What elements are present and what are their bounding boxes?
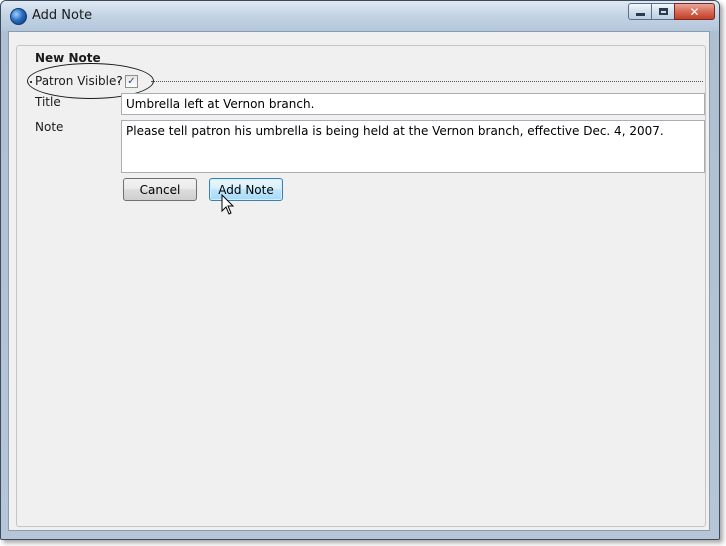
app-globe-icon: [10, 8, 27, 25]
dialog-client-area: New Note Patron Visible? ✓ Title Note Ca…: [8, 31, 710, 531]
minimize-icon: [635, 13, 645, 16]
maximize-button[interactable]: [651, 3, 675, 20]
note-label: Note: [35, 120, 64, 134]
minimize-button[interactable]: [628, 3, 652, 20]
note-textarea[interactable]: [121, 120, 705, 173]
patron-visible-label[interactable]: Patron Visible?: [35, 74, 123, 88]
title-bar[interactable]: Add Note ✕: [1, 1, 719, 31]
title-label: Title: [35, 95, 61, 109]
patron-visible-checkbox[interactable]: ✓: [125, 75, 138, 88]
separator-line: [151, 81, 703, 82]
focus-dot-left: [30, 81, 32, 83]
cancel-button-label: Cancel: [139, 182, 181, 197]
close-icon: ✕: [689, 4, 700, 19]
window-title: Add Note: [32, 8, 93, 23]
window-controls: ✕: [628, 3, 715, 20]
checkmark-icon: ✓: [127, 75, 136, 87]
title-input[interactable]: [121, 93, 705, 115]
focus-dot-right: [118, 81, 120, 83]
close-button[interactable]: ✕: [674, 3, 715, 20]
cancel-button[interactable]: Cancel: [123, 178, 197, 201]
new-note-group: New Note Patron Visible? ✓ Title Note Ca…: [16, 45, 706, 527]
mouse-pointer-icon: [221, 194, 235, 215]
add-note-window: Add Note ✕ New Note Patron Visible? ✓ Ti: [0, 0, 720, 540]
maximize-icon: [658, 8, 668, 15]
group-legend: New Note: [33, 51, 103, 65]
